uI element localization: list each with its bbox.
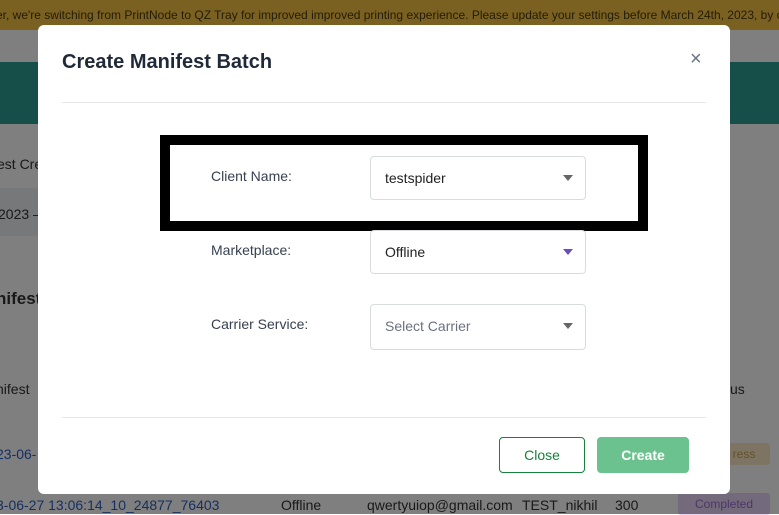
header-divider [62, 102, 706, 103]
client-name-value: testspider [385, 170, 446, 186]
create-button[interactable]: Create [597, 437, 689, 473]
marketplace-value: Offline [385, 244, 426, 260]
marketplace-select[interactable]: Offline [370, 230, 586, 274]
chevron-down-icon [563, 323, 573, 329]
footer-divider [62, 417, 706, 418]
client-name-select[interactable]: testspider [370, 156, 586, 200]
chevron-down-icon [563, 175, 573, 181]
close-button[interactable]: Close [499, 437, 585, 473]
create-manifest-batch-modal: Create Manifest Batch × Client Name: tes… [38, 25, 730, 494]
carrier-service-placeholder: Select Carrier [385, 318, 471, 334]
carrier-service-label: Carrier Service: [211, 316, 309, 332]
client-name-label: Client Name: [211, 168, 292, 184]
marketplace-label: Marketplace: [211, 242, 292, 258]
chevron-down-icon [563, 249, 573, 255]
modal-title: Create Manifest Batch [62, 51, 273, 73]
close-icon[interactable]: × [690, 49, 702, 69]
carrier-service-select[interactable]: Select Carrier [370, 304, 586, 350]
